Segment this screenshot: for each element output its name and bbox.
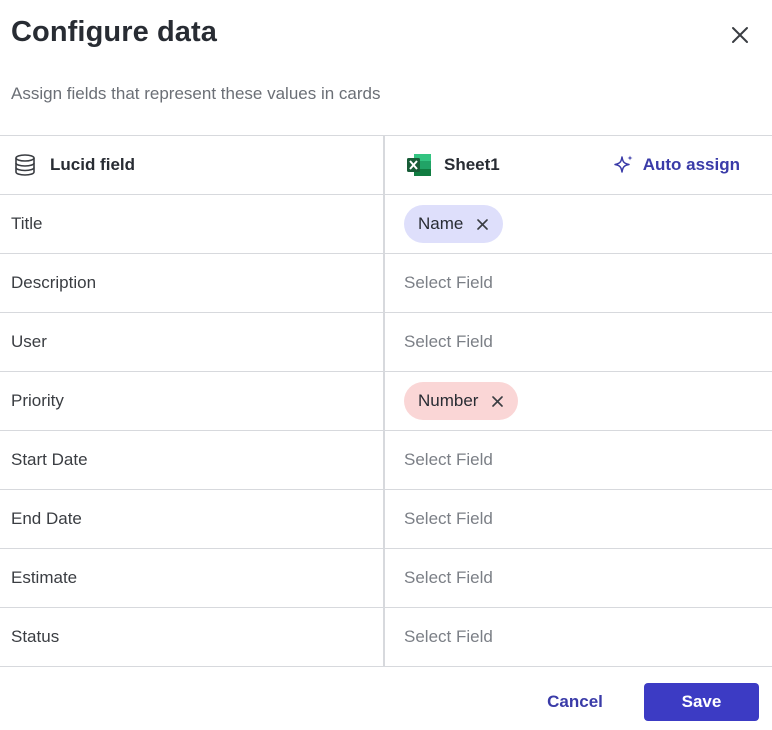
remove-chip-icon[interactable] (477, 218, 489, 230)
field-select[interactable]: Select Field (385, 549, 772, 607)
chip-label: Number (418, 391, 479, 410)
field-label: Estimate (0, 549, 385, 607)
field-label: Description (0, 254, 385, 312)
assigned-field-chip: Number (404, 382, 519, 420)
field-select[interactable]: Select Field (385, 490, 772, 548)
table-row: Start Date Select Field (0, 431, 772, 490)
field-select[interactable]: Number (385, 372, 772, 430)
sparkle-icon (613, 154, 635, 176)
sheet-header: Sheet1 Auto assign (385, 136, 772, 194)
field-select[interactable]: Name (385, 195, 772, 253)
select-field-placeholder: Select Field (404, 509, 493, 528)
field-label: User (0, 313, 385, 371)
database-icon (13, 153, 37, 177)
select-field-placeholder: Select Field (404, 273, 493, 292)
table-header-row: Lucid field Sheet1 Auto assign (0, 136, 772, 195)
select-field-placeholder: Select Field (404, 450, 493, 469)
close-icon (732, 27, 748, 43)
cancel-button[interactable]: Cancel (534, 683, 616, 721)
field-select[interactable]: Select Field (385, 254, 772, 312)
field-select[interactable]: Select Field (385, 431, 772, 489)
field-label: End Date (0, 490, 385, 548)
dialog-subtitle: Assign fields that represent these value… (11, 84, 381, 103)
field-label: Start Date (0, 431, 385, 489)
sheet-name: Sheet1 (444, 155, 500, 174)
field-label: Title (0, 195, 385, 253)
assigned-field-chip: Name (404, 205, 504, 243)
field-label: Status (0, 608, 385, 666)
save-button[interactable]: Save (644, 683, 759, 721)
close-button[interactable] (726, 21, 754, 49)
table-row: End Date Select Field (0, 490, 772, 549)
auto-assign-button[interactable]: Auto assign (613, 136, 740, 194)
chip-label: Name (418, 214, 464, 233)
remove-chip-icon[interactable] (492, 395, 504, 407)
field-select[interactable]: Select Field (385, 608, 772, 666)
table-row: User Select Field (0, 313, 772, 372)
table-row: Description Select Field (0, 254, 772, 313)
select-field-placeholder: Select Field (404, 627, 493, 646)
dialog-title: Configure data (11, 16, 218, 48)
table-row: Status Select Field (0, 608, 772, 667)
table-row: Estimate Select Field (0, 549, 772, 608)
lucid-field-header-label: Lucid field (50, 155, 135, 174)
field-label: Priority (0, 372, 385, 430)
auto-assign-label: Auto assign (642, 155, 740, 174)
lucid-field-header: Lucid field (0, 136, 385, 194)
table-row: Title Name (0, 195, 772, 254)
field-mapping-table: Lucid field Sheet1 Auto assign Title Nam… (0, 135, 772, 667)
select-field-placeholder: Select Field (404, 332, 493, 351)
excel-icon (406, 153, 432, 177)
field-select[interactable]: Select Field (385, 313, 772, 371)
select-field-placeholder: Select Field (404, 568, 493, 587)
table-row: Priority Number (0, 372, 772, 431)
